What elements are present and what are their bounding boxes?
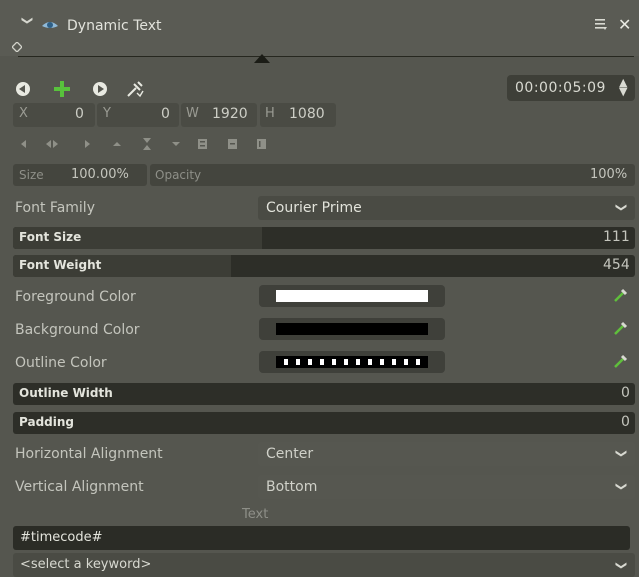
foreground-color-swatch bbox=[276, 290, 428, 302]
eye-icon[interactable] bbox=[41, 17, 59, 31]
padding-slider[interactable] bbox=[13, 412, 635, 434]
distribute-1-icon[interactable] bbox=[196, 137, 210, 151]
horizontal-alignment-value: Center bbox=[266, 446, 314, 462]
chevron-down-icon: ❯ bbox=[615, 448, 629, 459]
distribute-3-icon[interactable] bbox=[255, 137, 269, 151]
h-label: H bbox=[265, 106, 275, 121]
keyframe-marker-icon[interactable] bbox=[12, 42, 22, 52]
menu-icon[interactable] bbox=[594, 17, 608, 31]
h-value: 1080 bbox=[289, 106, 325, 122]
previous-keyframe-icon[interactable] bbox=[13, 79, 33, 99]
align-hcenter-icon[interactable] bbox=[45, 137, 59, 151]
chevron-down-icon: ❯ bbox=[615, 481, 629, 492]
background-color-label: Background Color bbox=[15, 322, 140, 338]
size-label: Size bbox=[19, 168, 44, 182]
padding-label: Padding bbox=[19, 415, 74, 429]
timecode-value: 00:00:05:09 bbox=[515, 80, 606, 96]
align-top-icon[interactable] bbox=[110, 137, 124, 151]
next-keyframe-icon[interactable] bbox=[90, 79, 110, 99]
vertical-alignment-label: Vertical Alignment bbox=[15, 479, 144, 495]
w-value: 1920 bbox=[212, 106, 248, 122]
color-picker-icon[interactable] bbox=[613, 320, 629, 336]
opacity-label: Opacity bbox=[155, 168, 202, 182]
font-weight-label: Font Weight bbox=[19, 258, 102, 272]
text-content-value: #timecode# bbox=[20, 530, 103, 545]
text-section-header: Text bbox=[242, 507, 269, 522]
size-value: 100.00% bbox=[71, 167, 129, 182]
y-value: 0 bbox=[161, 106, 170, 122]
padding-value: 0 bbox=[621, 414, 630, 430]
keyframe-timeline[interactable] bbox=[18, 56, 634, 57]
font-size-value: 111 bbox=[603, 229, 630, 245]
keyframe-options-icon[interactable] bbox=[125, 79, 145, 99]
x-value: 0 bbox=[75, 106, 84, 122]
timecode-spinner-icon[interactable]: ▲ ▼ bbox=[619, 77, 627, 97]
align-left-icon[interactable] bbox=[17, 137, 31, 151]
horizontal-alignment-label: Horizontal Alignment bbox=[15, 446, 163, 462]
align-vcenter-icon[interactable] bbox=[140, 137, 154, 151]
outline-color-swatch bbox=[276, 356, 428, 368]
font-family-value: Courier Prime bbox=[266, 200, 362, 216]
keyword-placeholder: <select a keyword> bbox=[20, 557, 152, 572]
y-label: Y bbox=[103, 106, 111, 121]
outline-color-label: Outline Color bbox=[15, 355, 107, 371]
outline-width-value: 0 bbox=[621, 385, 630, 401]
distribute-2-icon[interactable] bbox=[226, 137, 240, 151]
outline-width-label: Outline Width bbox=[19, 386, 113, 400]
collapse-chevron-icon[interactable]: ❯ bbox=[20, 16, 34, 30]
add-keyframe-icon[interactable] bbox=[52, 79, 72, 99]
opacity-field[interactable] bbox=[150, 164, 635, 186]
chevron-down-icon: ❯ bbox=[615, 202, 629, 213]
align-right-icon[interactable] bbox=[80, 137, 94, 151]
x-label: X bbox=[19, 106, 28, 121]
foreground-color-label: Foreground Color bbox=[15, 289, 136, 305]
text-content-field[interactable] bbox=[13, 526, 630, 550]
font-size-label: Font Size bbox=[19, 230, 82, 244]
w-label: W bbox=[186, 106, 199, 121]
opacity-value: 100% bbox=[590, 167, 628, 182]
color-picker-icon[interactable] bbox=[613, 287, 629, 303]
font-weight-value: 454 bbox=[603, 257, 630, 273]
vertical-alignment-value: Bottom bbox=[266, 479, 318, 495]
horizontal-alignment-dropdown[interactable] bbox=[258, 442, 635, 466]
background-color-swatch bbox=[276, 323, 428, 335]
playhead-marker[interactable] bbox=[254, 54, 270, 63]
effect-title: Dynamic Text bbox=[67, 18, 162, 34]
color-picker-icon[interactable] bbox=[613, 353, 629, 369]
close-icon[interactable]: ✕ bbox=[618, 15, 631, 34]
chevron-down-icon: ❯ bbox=[615, 560, 629, 571]
align-bottom-icon[interactable] bbox=[169, 137, 183, 151]
font-family-label: Font Family bbox=[15, 200, 95, 216]
